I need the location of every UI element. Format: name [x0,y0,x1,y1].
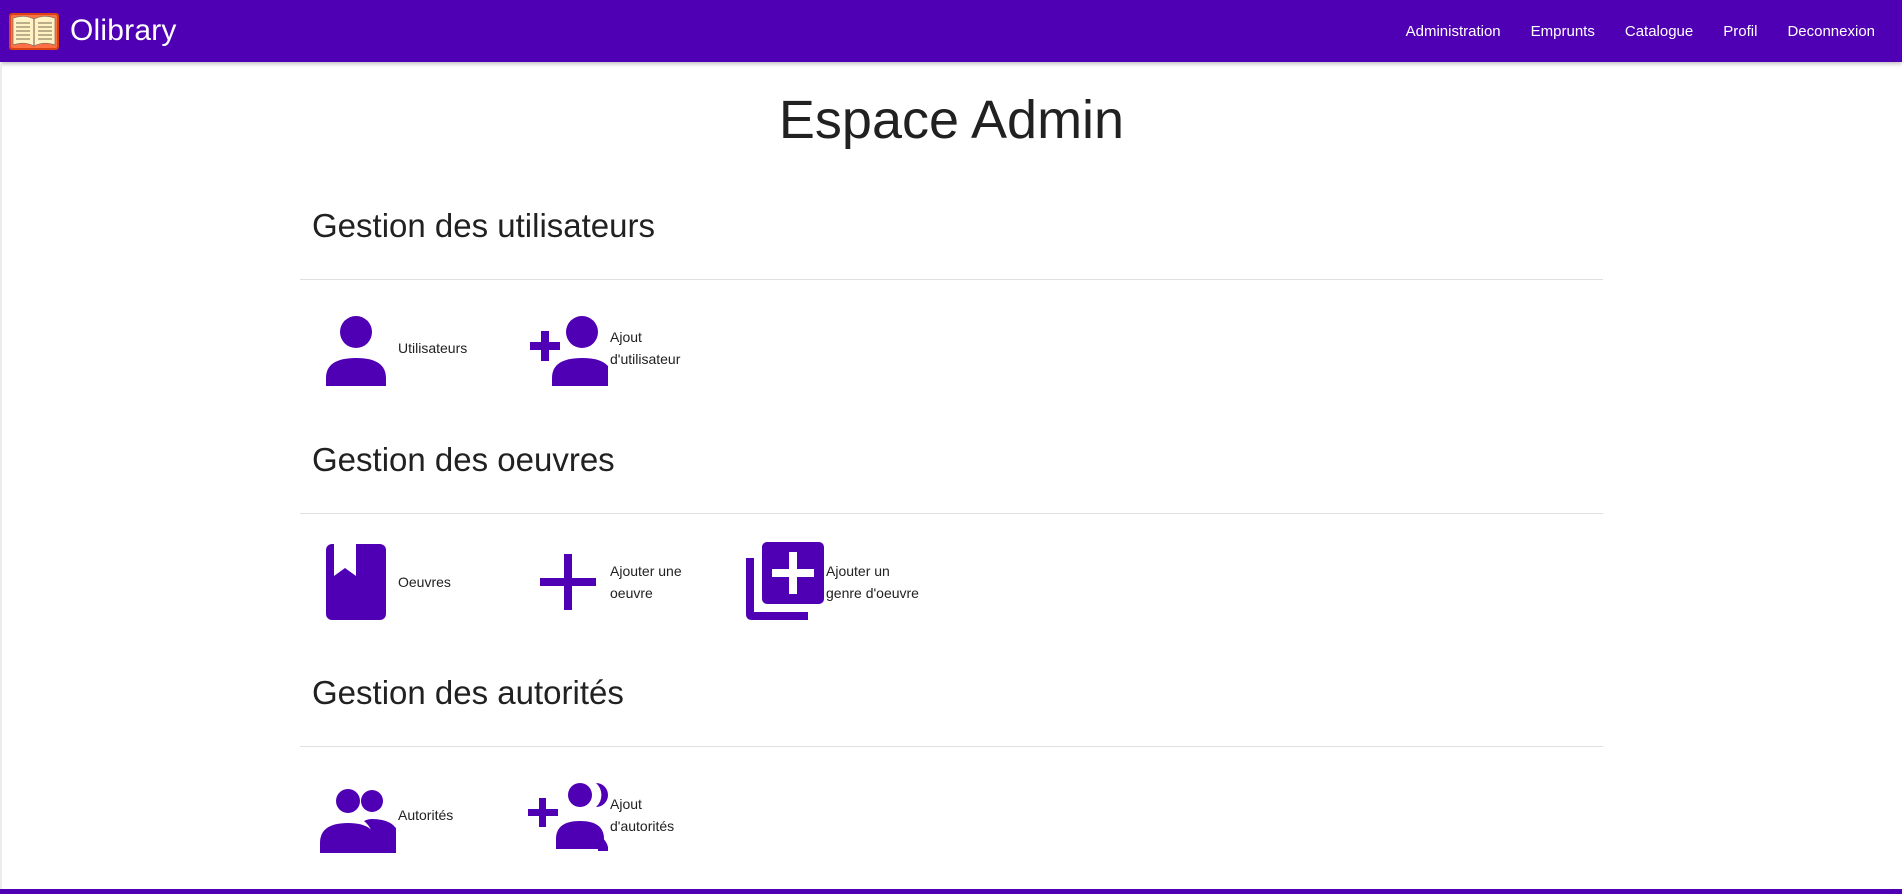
tile-label: Ajouter un genre d'oeuvre [826,560,919,604]
tile-label: Ajout d'autorités [610,793,674,837]
tile-label-line: d'autorités [610,818,675,834]
nav-administration[interactable]: Administration [1391,0,1516,62]
tile-add-authority[interactable]: Ajout d'autorités [528,775,674,855]
tile-label: Oeuvres [398,574,451,590]
tile-row: Autorités Ajout d'autorités [300,775,1603,855]
tile-label: Utilisateurs [398,340,468,356]
group-add-icon [528,775,608,855]
tile-label-line: Ajouter un [826,563,890,579]
page-edge [0,62,2,890]
tile-add-user[interactable]: Ajout d'utilisateur [528,308,680,388]
top-navbar: Olibrary Administration Emprunts Catalog… [0,0,1902,62]
tile-label-line: d'utilisateur [610,351,681,367]
tile-label: Ajout d'utilisateur [610,326,680,370]
section-divider [300,746,1603,747]
open-book-logo-icon [9,13,59,50]
tile-add-work[interactable]: Ajouter une oeuvre [528,542,682,622]
nav-profil[interactable]: Profil [1708,0,1772,62]
brand-name: Olibrary [70,14,177,47]
page-title: Espace Admin [778,90,1125,150]
person-icon [316,308,396,388]
tile-label-line: Ajouter une [610,563,682,579]
plus-icon [528,542,608,622]
tile-label-line: genre d'oeuvre [826,585,919,601]
tile-label: Ajouter une oeuvre [610,560,682,604]
library-add-icon [744,542,824,622]
nav-links: Administration Emprunts Catalogue Profil… [1391,0,1890,62]
tile-authorities[interactable]: Autorités [316,775,453,855]
nav-deconnexion[interactable]: Deconnexion [1772,0,1890,62]
tile-users[interactable]: Utilisateurs [316,308,467,388]
brand[interactable]: Olibrary [8,10,177,52]
book-icon [316,542,396,622]
nav-emprunts[interactable]: Emprunts [1516,0,1610,62]
person-add-icon [528,308,608,388]
tile-add-genre[interactable]: Ajouter un genre d'oeuvre [744,542,919,622]
tile-label: Autorités [398,807,454,823]
section-divider [300,513,1603,514]
section-title: Gestion des autorités [312,674,624,711]
section-divider [300,279,1603,280]
tile-label-line: Ajout [610,796,642,812]
nav-catalogue[interactable]: Catalogue [1610,0,1708,62]
tile-label-line: Ajout [610,329,642,345]
section-title: Gestion des oeuvres [312,441,615,478]
tile-row: Utilisateurs Ajout d'utilisateur [300,308,1603,388]
tile-label-line: oeuvre [610,585,653,601]
tile-row: Oeuvres Ajouter une oeuvre Ajouter un genr… [300,542,1603,622]
tile-works[interactable]: Oeuvres [316,542,451,622]
section-title: Gestion des utilisateurs [312,207,656,244]
group-icon [316,775,396,855]
footer-bar [0,889,1902,894]
